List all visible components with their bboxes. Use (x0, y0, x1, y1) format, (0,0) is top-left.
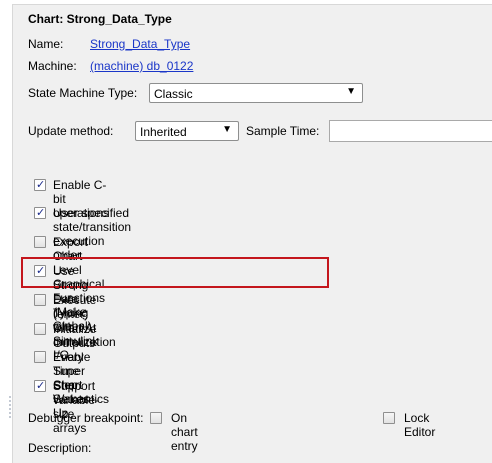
machine-label: Machine: (28, 59, 77, 73)
resize-grip-icon[interactable] (9, 395, 11, 419)
checkbox[interactable] (34, 294, 46, 306)
checkbox[interactable] (34, 323, 46, 335)
checkbox[interactable] (34, 351, 46, 363)
chevron-down-icon: ▼ (222, 124, 232, 135)
state-machine-type-label: State Machine Type: (28, 86, 138, 100)
update-method-label: Update method: (28, 124, 114, 138)
chart-title: Chart: Strong_Data_Type (28, 12, 172, 26)
checkmark-icon: ✓ (36, 380, 46, 392)
option-label: On chart entry (171, 411, 198, 453)
sample-time-input[interactable] (329, 120, 492, 142)
name-label: Name: (28, 37, 64, 51)
checkmark-icon: ✓ (36, 179, 46, 191)
update-method-select[interactable]: Inherited ▼ (135, 121, 239, 141)
checkbox[interactable] (150, 412, 162, 424)
chevron-down-icon: ▼ (346, 86, 356, 97)
checkbox[interactable]: ✓ (34, 207, 46, 219)
checkbox[interactable]: ✓ (34, 179, 46, 191)
description-label: Description: (28, 441, 92, 455)
sample-time-label: Sample Time: (246, 124, 320, 138)
machine-link[interactable]: (machine) db_0122 (90, 59, 193, 73)
checkbox[interactable] (34, 236, 46, 248)
option-label: Support variable-size arrays (53, 379, 100, 435)
state-machine-type-select[interactable]: Classic ▼ (149, 83, 363, 103)
checkmark-icon: ✓ (36, 265, 46, 277)
debugger-breakpoint-label: Debugger breakpoint: (28, 411, 144, 425)
checkbox[interactable]: ✓ (34, 380, 46, 392)
state-machine-type-value: Classic (154, 87, 193, 101)
checkmark-icon: ✓ (36, 207, 46, 219)
update-method-value: Inherited (140, 125, 187, 139)
checkbox[interactable]: ✓ (34, 265, 46, 277)
option-label: Lock Editor (404, 411, 436, 439)
checkbox[interactable] (383, 412, 395, 424)
name-link[interactable]: Strong_Data_Type (90, 37, 190, 51)
